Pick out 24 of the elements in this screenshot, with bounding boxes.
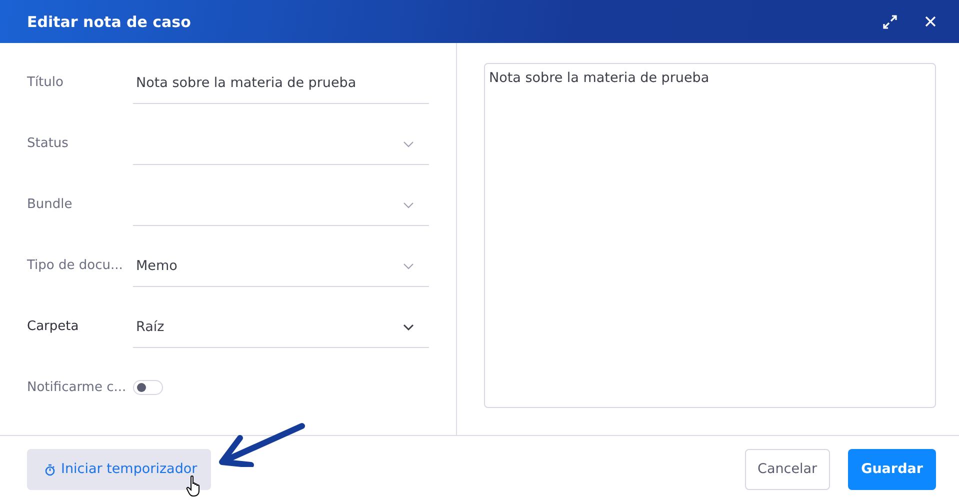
select-field[interactable]: Raíz xyxy=(133,307,429,348)
start-timer-button[interactable]: Iniciar temporizador xyxy=(27,449,212,490)
chevron-down-icon xyxy=(403,140,414,148)
toggle-switch[interactable] xyxy=(133,380,163,395)
select-value: Raíz xyxy=(136,318,164,337)
chevron-down-icon xyxy=(403,262,414,270)
field-label: Bundle xyxy=(27,196,74,214)
stopwatch-icon xyxy=(45,464,55,476)
field-label: Tipo de docu... xyxy=(27,257,124,275)
save-button[interactable]: Guardar xyxy=(848,449,936,490)
text-field[interactable]: Nota sobre la materia de prueba xyxy=(133,63,429,104)
expand-button[interactable] xyxy=(881,12,899,30)
close-button[interactable] xyxy=(923,14,938,29)
field-label: Título xyxy=(27,74,64,92)
chevron-down-icon xyxy=(403,202,414,208)
field-label: Carpeta xyxy=(27,318,80,336)
note-textarea[interactable]: Nota sobre la materia de prueba xyxy=(484,63,936,408)
cancel-button[interactable]: Cancelar xyxy=(744,449,830,490)
field-label: Notificarme c... xyxy=(27,379,128,397)
select-field[interactable]: Memo xyxy=(133,246,429,287)
window-title: Editar nota de caso xyxy=(27,12,191,30)
chevron-down-icon xyxy=(403,324,414,330)
select-value: Memo xyxy=(136,256,178,276)
field-label: Status xyxy=(27,135,70,153)
